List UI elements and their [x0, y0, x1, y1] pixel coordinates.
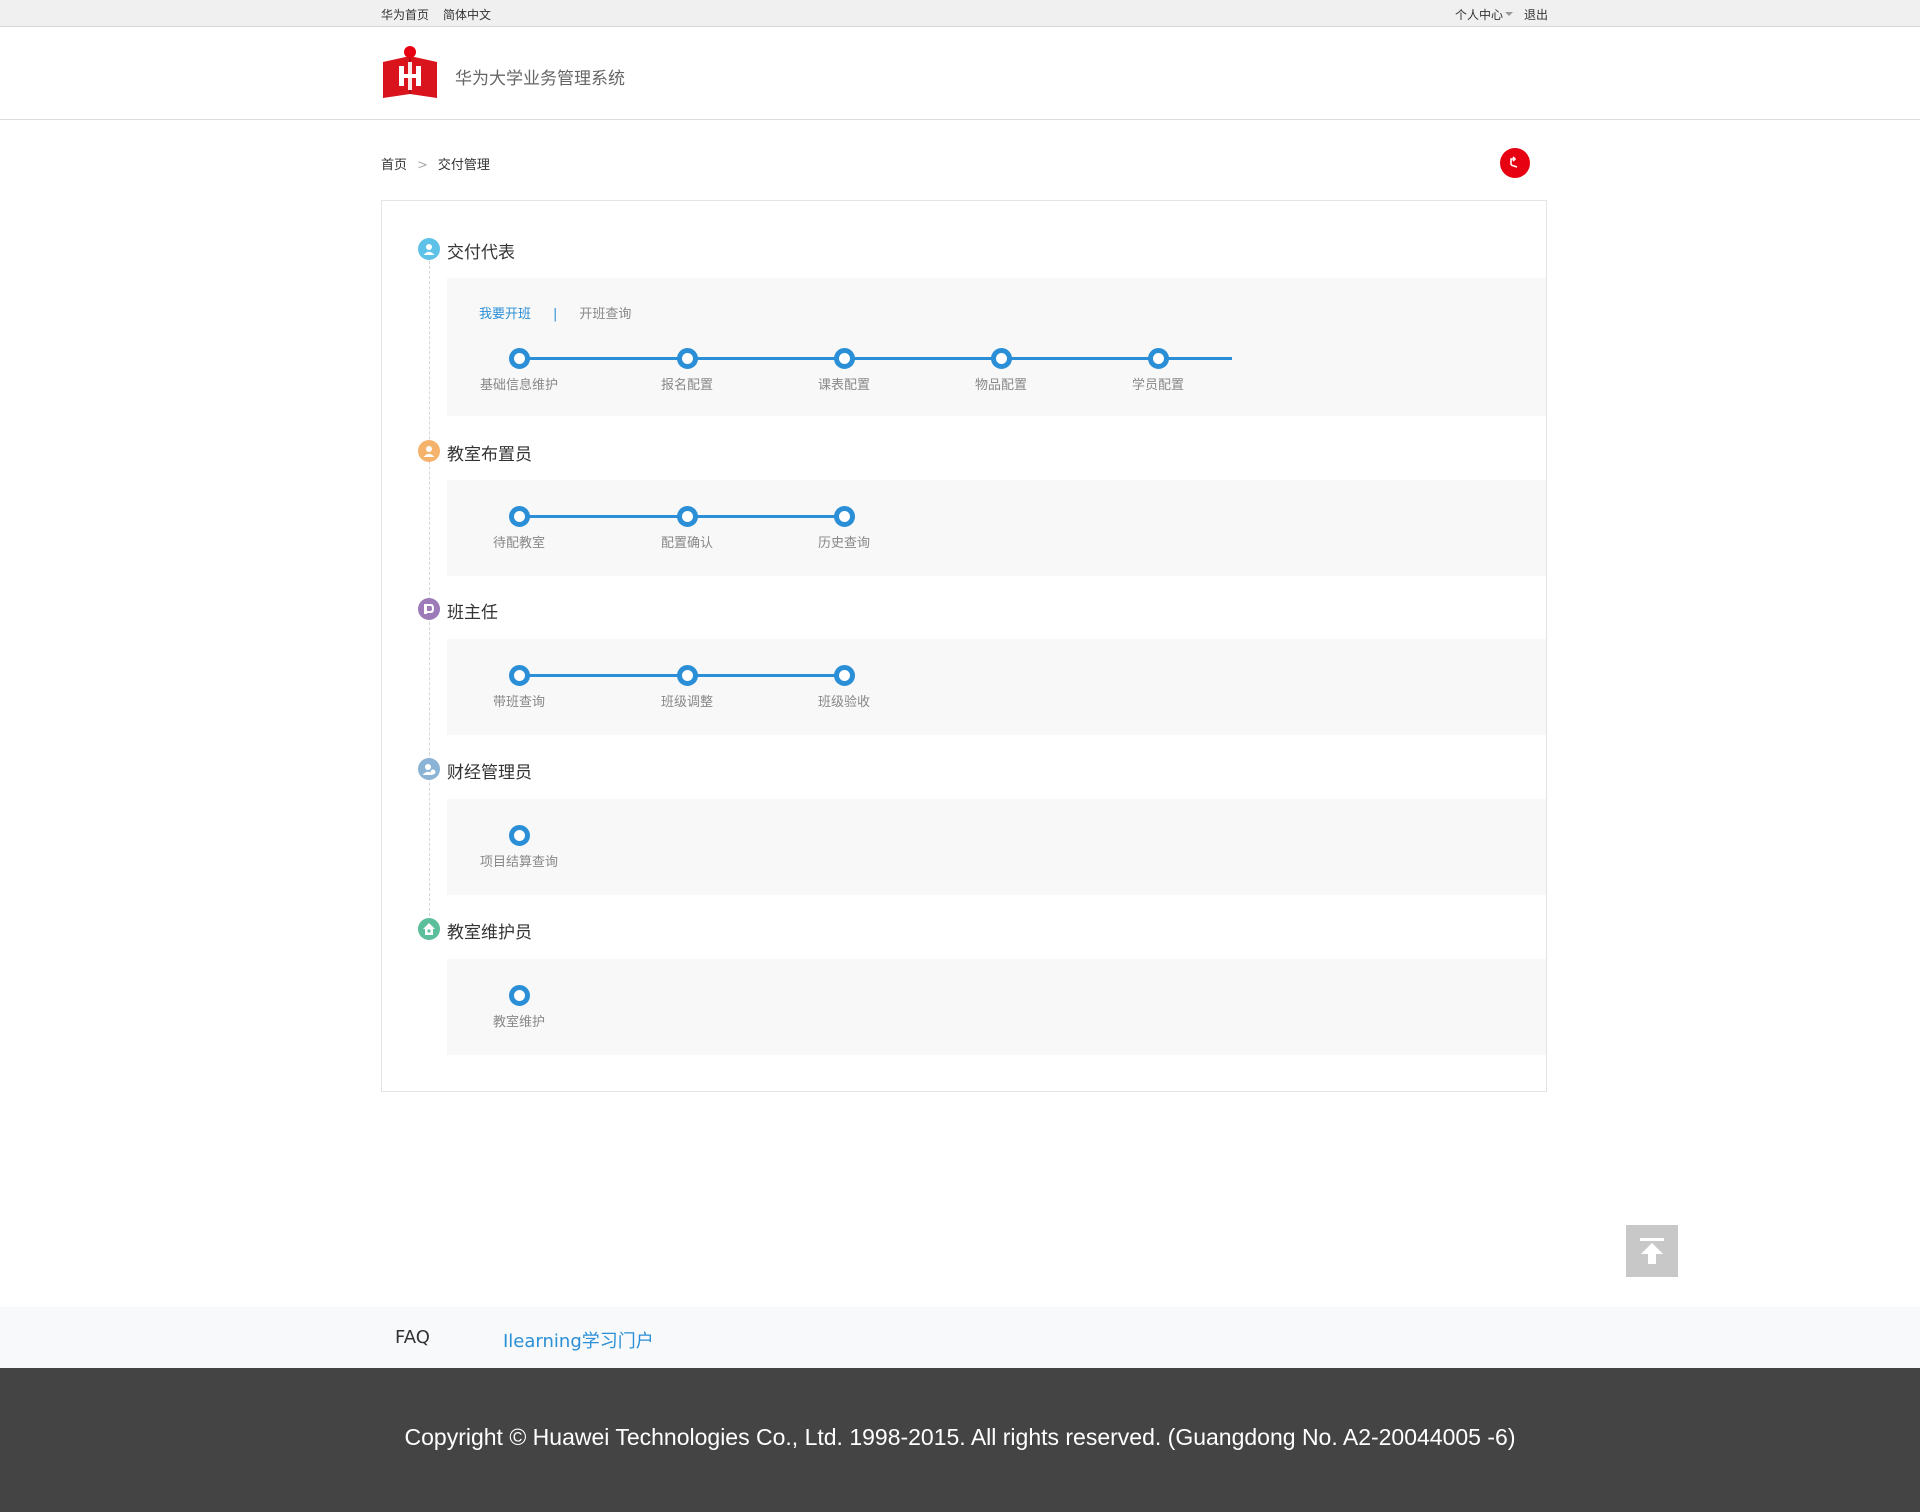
step-dot — [990, 348, 1012, 369]
chevron-down-icon[interactable] — [1505, 12, 1513, 16]
step-class-acceptance[interactable]: 班级验收 — [779, 665, 909, 710]
step-class-query[interactable]: 带班查询 — [454, 665, 584, 710]
step-flow: 基础信息维护 报名配置 课表配置 物品配置 学员配置 — [447, 348, 1546, 398]
role-steps-box: 项目结算查询 — [447, 799, 1546, 895]
step-label: 项目结算查询 — [479, 855, 558, 870]
breadcrumb-current: 交付管理 — [437, 158, 490, 173]
subtabs: 我要开班 | 开班查询 — [479, 303, 631, 322]
step-pending-classroom[interactable]: 待配教室 — [454, 506, 584, 551]
copyright-text: Copyright © Huawei Technologies Co., Ltd… — [404, 1424, 1516, 1450]
step-dot — [833, 665, 855, 686]
back-button[interactable] — [1500, 148, 1530, 178]
step-history-query[interactable]: 历史查询 — [779, 506, 909, 551]
role-title: 财经管理员 — [447, 763, 532, 783]
step-classroom-maintenance[interactable]: 教室维护 — [454, 985, 584, 1030]
page-footer: Copyright © Huawei Technologies Co., Ltd… — [0, 1368, 1920, 1512]
faq-link[interactable]: FAQ — [395, 1327, 430, 1348]
step-label: 待配教室 — [492, 536, 545, 551]
page-header: 华为大学业务管理系统 — [0, 27, 1920, 120]
role-title: 班主任 — [447, 603, 498, 623]
huawei-university-logo[interactable] — [381, 44, 439, 102]
step-dot — [508, 665, 530, 686]
step-basic-info[interactable]: 基础信息维护 — [454, 348, 584, 393]
breadcrumb-separator: > — [417, 158, 428, 173]
role-steps-box: 教室维护 — [447, 959, 1546, 1055]
step-class-adjust[interactable]: 班级调整 — [622, 665, 752, 710]
step-dot — [676, 348, 698, 369]
maintenance-icon — [418, 918, 440, 940]
delivery-management-panel: 交付代表 我要开班 | 开班查询 基础信息维护 报名配置 课表配置 物品配置 学员配… — [381, 200, 1547, 1092]
back-arrow-icon — [1510, 156, 1518, 168]
step-dot — [676, 665, 698, 686]
arrow-up-icon — [1640, 1238, 1664, 1264]
step-dot — [508, 348, 530, 369]
breadcrumb: 首页 > 交付管理 — [381, 154, 490, 173]
step-flow: 待配教室 配置确认 历史查询 — [447, 506, 1546, 556]
role-title: 交付代表 — [447, 243, 515, 263]
role-title: 教室布置员 — [447, 445, 532, 465]
user-icon — [418, 238, 440, 260]
step-label: 物品配置 — [974, 378, 1027, 393]
step-dot — [1147, 348, 1169, 369]
step-label: 报名配置 — [660, 378, 713, 393]
step-schedule-config[interactable]: 课表配置 — [779, 348, 909, 393]
step-label: 带班查询 — [492, 695, 545, 710]
step-dot — [676, 506, 698, 527]
step-label: 班级验收 — [817, 695, 870, 710]
step-label: 配置确认 — [660, 536, 713, 551]
role-steps-box: 待配教室 配置确认 历史查询 — [447, 480, 1546, 576]
ilearning-portal-link[interactable]: Ilearning学习门户 — [503, 1327, 654, 1353]
finance-user-icon — [418, 758, 440, 780]
timeline-line — [429, 256, 430, 916]
huawei-home-link[interactable]: 华为首页 — [381, 6, 429, 23]
footer-links-bar: FAQ Ilearning学习门户 — [0, 1307, 1920, 1368]
step-dot — [508, 985, 530, 1006]
step-config-confirm[interactable]: 配置确认 — [622, 506, 752, 551]
step-flow: 带班查询 班级调整 班级验收 — [447, 665, 1546, 715]
step-student-config[interactable]: 学员配置 — [1093, 348, 1223, 393]
role-steps-box: 我要开班 | 开班查询 基础信息维护 报名配置 课表配置 物品配置 学员配置 — [447, 278, 1546, 416]
step-label: 历史查询 — [817, 536, 870, 551]
step-dot — [508, 506, 530, 527]
step-project-settlement-query[interactable]: 项目结算查询 — [454, 825, 584, 870]
teacher-icon — [418, 598, 440, 620]
back-to-top-button[interactable] — [1626, 1225, 1678, 1277]
step-registration-config[interactable]: 报名配置 — [622, 348, 752, 393]
step-dot — [833, 506, 855, 527]
step-label: 班级调整 — [660, 695, 713, 710]
user-icon — [418, 440, 440, 462]
top-utility-bar: 华为首页 简体中文 个人中心 退出 — [0, 0, 1920, 27]
personal-center-menu[interactable]: 个人中心 — [1455, 6, 1503, 23]
role-steps-box: 带班查询 班级调整 班级验收 — [447, 639, 1546, 735]
step-item-config[interactable]: 物品配置 — [936, 348, 1066, 393]
step-label: 教室维护 — [492, 1015, 545, 1030]
system-title: 华为大学业务管理系统 — [455, 69, 625, 89]
step-label: 基础信息维护 — [479, 378, 558, 393]
tab-class-query[interactable]: 开班查询 — [579, 307, 631, 322]
step-label: 学员配置 — [1131, 378, 1184, 393]
role-title: 教室维护员 — [447, 923, 532, 943]
language-link[interactable]: 简体中文 — [443, 6, 491, 23]
step-dot — [508, 825, 530, 846]
tab-open-class[interactable]: 我要开班 — [479, 307, 531, 322]
logout-link[interactable]: 退出 — [1524, 6, 1548, 23]
breadcrumb-home-link[interactable]: 首页 — [381, 158, 407, 173]
step-flow: 项目结算查询 — [447, 825, 1546, 875]
step-dot — [833, 348, 855, 369]
step-flow: 教室维护 — [447, 985, 1546, 1035]
step-label: 课表配置 — [817, 378, 870, 393]
tab-separator: | — [553, 307, 558, 322]
